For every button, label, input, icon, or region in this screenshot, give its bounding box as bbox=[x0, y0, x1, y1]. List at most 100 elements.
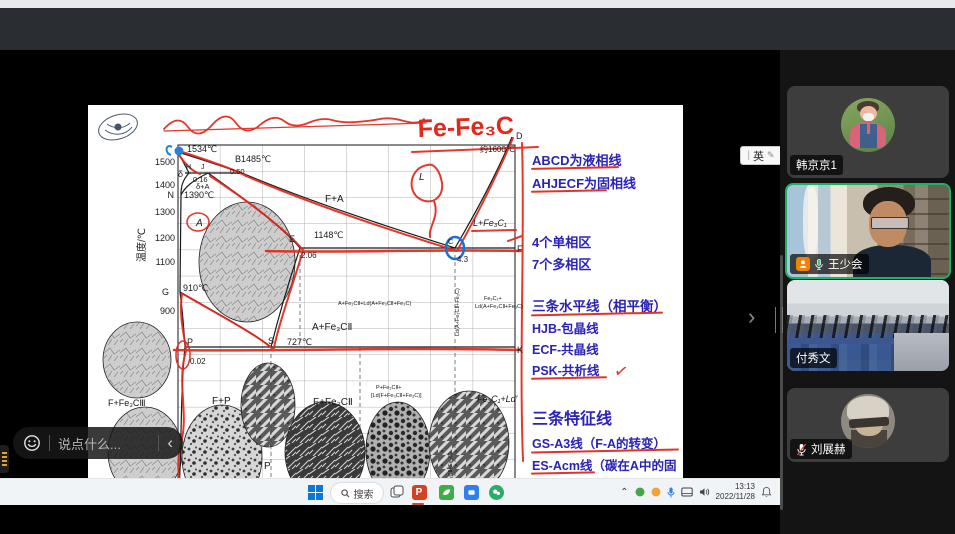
tray-speaker-icon[interactable] bbox=[699, 487, 710, 497]
tray-touchpad-icon[interactable] bbox=[681, 487, 693, 497]
tray-clock[interactable]: 13:13 2022/11/28 bbox=[716, 482, 755, 501]
diagram-label: 910℃ bbox=[183, 283, 208, 293]
diagram-label: A+Fe₃CⅡ bbox=[312, 322, 352, 333]
diagram-label: 1400 bbox=[155, 180, 175, 190]
task-view-button[interactable] bbox=[388, 483, 406, 501]
tray-notification-bell-icon[interactable] bbox=[761, 486, 772, 498]
participant-name: 韩京京1 bbox=[796, 157, 837, 173]
search-icon bbox=[341, 489, 350, 498]
tray-time: 13:13 bbox=[716, 482, 755, 492]
diagram-label: A+Fe₃CⅡ+Ld(A+Fe₃CⅡ+Fe₃C) bbox=[338, 301, 411, 307]
wechat-app-icon[interactable] bbox=[487, 483, 505, 501]
diagram-label: L bbox=[419, 172, 425, 183]
diagram-label: 727℃ bbox=[287, 337, 312, 347]
desktop-top-strip bbox=[0, 0, 955, 8]
note-line: PSK-共析线✓ bbox=[532, 360, 599, 379]
diagram-label: 1200 bbox=[155, 233, 175, 243]
diagram-label: 900 bbox=[160, 306, 175, 316]
diagram-label: L+Fe₃C₁ bbox=[473, 218, 507, 228]
note-line: 三条水平线（相平衡） bbox=[532, 295, 667, 315]
note-line: 7个多相区 bbox=[532, 254, 591, 273]
participant-tile[interactable]: 刘展赫 bbox=[787, 388, 949, 462]
diagram-label: 1500 bbox=[155, 157, 175, 167]
participant-name: 王少会 bbox=[828, 256, 863, 272]
diagram-label: F+A bbox=[325, 194, 344, 205]
shared-slide: Fe-Fe₃C 1534℃1500B1485℃HJδ0.16δ+A0.50140… bbox=[88, 105, 683, 520]
diagram-label: P bbox=[264, 461, 271, 472]
host-badge-icon bbox=[796, 257, 810, 271]
diagram-label: F bbox=[517, 244, 523, 254]
collapsed-toolbar-widget[interactable] bbox=[0, 445, 9, 473]
tray-orange-icon[interactable] bbox=[651, 487, 661, 497]
chat-collapse-icon[interactable]: ‹ bbox=[167, 434, 173, 453]
blue-app-icon[interactable] bbox=[462, 483, 480, 501]
taskbar-search[interactable]: 搜索 bbox=[330, 482, 384, 504]
diagram-label: P+Fe₃CⅡ+ bbox=[376, 385, 401, 391]
running-app-indicator bbox=[412, 503, 424, 505]
diagram-label: Fe₃C₁+Ld′ bbox=[477, 394, 518, 404]
tray-shield-icon[interactable] bbox=[635, 487, 645, 497]
diagram-label: S bbox=[268, 336, 274, 346]
diagram-label: B1485℃ bbox=[235, 154, 271, 164]
chat-quick-bar[interactable]: 说点什么... ‹ bbox=[13, 427, 183, 459]
divider bbox=[49, 435, 50, 451]
diagram-label: Ld(A+Fe₃CⅡ+Fe₃C) bbox=[475, 304, 523, 310]
participant-name: 刘展赫 bbox=[811, 441, 846, 457]
diagram-label: Fe₃C₁+ bbox=[484, 296, 502, 302]
diagram-label: 0.02 bbox=[190, 357, 206, 366]
diagram-label: 1390℃ bbox=[184, 190, 214, 200]
ime-language-label: 英 bbox=[753, 148, 764, 164]
ime-cursor: | bbox=[747, 150, 750, 161]
slide-notes-column: ABCD为液相线 AHJECF为固相线 4个单相区 7个多相区三条水平线（相平衡） HJ… bbox=[530, 105, 683, 520]
sidebar-drag-handle[interactable] bbox=[775, 307, 783, 333]
start-button[interactable] bbox=[306, 483, 324, 501]
diagram-label: 0.50 bbox=[230, 167, 245, 176]
tray-date: 2022/11/28 bbox=[716, 492, 755, 502]
pen-icon: ✎ bbox=[767, 150, 775, 161]
diagram-label: G bbox=[162, 287, 169, 297]
diagram-label: J bbox=[201, 164, 205, 171]
green-app-icon[interactable] bbox=[437, 483, 455, 501]
note-line: ECF-共晶线 bbox=[532, 339, 599, 358]
diagram-label: [Ld(F+Fe₃CⅡ+Fe₃C)] bbox=[371, 393, 422, 399]
participant-tile[interactable]: 韩京京1 bbox=[787, 86, 949, 178]
note-line: 4个单相区 bbox=[532, 232, 591, 251]
participant-tile[interactable]: 付秀文 bbox=[787, 280, 949, 371]
tray-expand-chevron[interactable]: ⌃ bbox=[620, 487, 628, 498]
diagram-label: F+Fe₃CⅡ bbox=[313, 397, 353, 408]
diagram-label: 约1600℃ bbox=[480, 144, 515, 154]
panel-scrollbar[interactable] bbox=[780, 255, 783, 510]
note-line: HJB-包晶线 bbox=[532, 318, 599, 337]
screen-share-letterbox bbox=[0, 504, 780, 534]
meeting-app-window: { "slide": { "handwritten": "Fe-Fe₃C", "… bbox=[0, 0, 955, 534]
participant-name: 付秀文 bbox=[796, 350, 831, 366]
powerpoint-icon[interactable]: P bbox=[410, 483, 428, 501]
ime-language-pill[interactable]: | 英 ✎ bbox=[740, 146, 782, 165]
screen-share-view: Fe-Fe₃C 1534℃1500B1485℃HJδ0.16δ+A0.50140… bbox=[0, 50, 780, 478]
diagram-label: P bbox=[187, 337, 193, 347]
note-line: AHJECF为固相线 bbox=[532, 173, 636, 192]
diagram-label: Ld(A+Fe₃CⅡ+Fe₃C) bbox=[455, 288, 461, 336]
emoji-smiley-icon[interactable] bbox=[23, 434, 41, 452]
tray-mic-icon[interactable] bbox=[667, 487, 675, 498]
chat-input-placeholder[interactable]: 说点什么... bbox=[58, 434, 150, 453]
diagram-label: H bbox=[186, 164, 191, 171]
sidebar-collapse-button[interactable]: › bbox=[748, 304, 755, 330]
diagram-label: 2.06 bbox=[301, 251, 317, 260]
handwritten-fe-fe3c-annotation: Fe-Fe₃C bbox=[417, 112, 514, 143]
note-line: ES-Acm线（碳在A中的固 bbox=[532, 455, 676, 474]
diagram-label: F+P bbox=[212, 396, 231, 407]
red-check-mark: ✓ bbox=[612, 361, 630, 383]
note-line: 三条特征线 bbox=[532, 405, 612, 429]
meeting-title-bar bbox=[0, 8, 955, 50]
note-line: ABCD为液相线 bbox=[532, 150, 622, 169]
diagram-label: D bbox=[516, 131, 523, 141]
diagram-label: 1534℃ bbox=[187, 144, 217, 154]
y-axis-label: 温度/℃ bbox=[135, 228, 148, 262]
participants-panel: 韩京京1 王少会 付秀文 bbox=[780, 50, 955, 534]
participant-tile-speaking[interactable]: 王少会 bbox=[785, 183, 951, 279]
diagram-label: F+Fe₃CⅢ bbox=[108, 398, 146, 408]
mic-muted-icon bbox=[796, 443, 807, 456]
diagram-label: A bbox=[195, 218, 203, 229]
diagram-label: 1300 bbox=[155, 207, 175, 217]
